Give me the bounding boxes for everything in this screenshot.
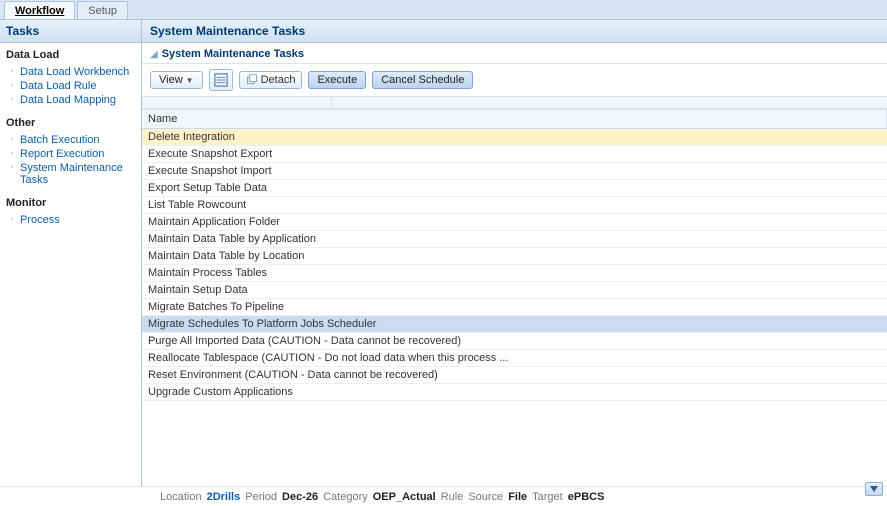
status-period-label: Period (245, 491, 277, 503)
status-category-value[interactable]: OEP_Actual (373, 491, 436, 503)
cancel-schedule-button[interactable]: Cancel Schedule (372, 71, 473, 89)
status-bar: Location 2Drills Period Dec-26 Category … (0, 486, 887, 506)
task-name-cell[interactable]: Maintain Setup Data (142, 282, 887, 299)
table-row[interactable]: List Table Rowcount (142, 197, 887, 214)
task-name-cell[interactable]: Reallocate Tablespace (CAUTION - Do not … (142, 350, 887, 367)
task-name-cell[interactable]: Export Setup Table Data (142, 180, 887, 197)
empty-area (142, 401, 887, 486)
status-period-value[interactable]: Dec-26 (282, 491, 318, 503)
table-row[interactable]: Reset Environment (CAUTION - Data cannot… (142, 367, 887, 384)
sidebar-link[interactable]: System Maintenance Tasks (20, 162, 123, 186)
task-name-cell[interactable]: List Table Rowcount (142, 197, 887, 214)
status-target-label: Target (532, 491, 563, 503)
table-row[interactable]: Maintain Application Folder (142, 214, 887, 231)
status-source-value[interactable]: File (508, 491, 527, 503)
task-name-cell[interactable]: Execute Snapshot Export (142, 146, 887, 163)
status-target-value[interactable]: ePBCS (568, 491, 605, 503)
table-row[interactable]: Upgrade Custom Applications (142, 384, 887, 401)
task-name-cell[interactable]: Maintain Process Tables (142, 265, 887, 282)
tasks-header: Tasks (0, 20, 141, 43)
view-button[interactable]: View▼ (150, 71, 203, 89)
sidebar-link[interactable]: Batch Execution (20, 134, 100, 146)
task-name-cell[interactable]: Upgrade Custom Applications (142, 384, 887, 401)
task-name-cell[interactable]: Reset Environment (CAUTION - Data cannot… (142, 367, 887, 384)
task-name-cell[interactable]: Migrate Batches To Pipeline (142, 299, 887, 316)
task-name-cell[interactable]: Migrate Schedules To Platform Jobs Sched… (142, 316, 887, 333)
table-row[interactable]: Reallocate Tablespace (CAUTION - Do not … (142, 350, 887, 367)
sidebar-item-report-execution[interactable]: Report Execution (6, 147, 141, 161)
table-row[interactable]: Purge All Imported Data (CAUTION - Data … (142, 333, 887, 350)
task-name-cell[interactable]: Purge All Imported Data (CAUTION - Data … (142, 333, 887, 350)
task-name-cell[interactable]: Maintain Data Table by Application (142, 231, 887, 248)
sidebar-link[interactable]: Data Load Workbench (20, 66, 129, 78)
sidebar-item-batch-execution[interactable]: Batch Execution (6, 133, 141, 147)
status-location-label: Location (160, 491, 202, 503)
sidebar-link[interactable]: Data Load Mapping (20, 94, 116, 106)
tab-workflow[interactable]: Workflow (4, 1, 75, 19)
execute-button[interactable]: Execute (308, 71, 366, 89)
section-other: Other (0, 111, 141, 131)
section-monitor: Monitor (0, 191, 141, 211)
table-row[interactable]: Export Setup Table Data (142, 180, 887, 197)
sidebar-link[interactable]: Process (20, 214, 60, 226)
detach-icon (246, 74, 258, 86)
table-row[interactable]: Maintain Process Tables (142, 265, 887, 282)
sidebar-item-process[interactable]: Process (6, 213, 141, 227)
table-row[interactable]: Migrate Batches To Pipeline (142, 299, 887, 316)
task-name-cell[interactable]: Execute Snapshot Import (142, 163, 887, 180)
status-rule-label: Rule (441, 491, 464, 503)
status-source-label: Source (468, 491, 503, 503)
scroll-down-button[interactable] (865, 482, 883, 496)
task-name-cell[interactable]: Maintain Data Table by Location (142, 248, 887, 265)
chevron-down-icon: ▼ (186, 76, 194, 85)
task-name-cell[interactable]: Delete Integration (142, 129, 887, 146)
table-row[interactable]: Delete Integration (142, 129, 887, 146)
sidebar-item-data-load-workbench[interactable]: Data Load Workbench (6, 65, 141, 79)
table-row[interactable]: Maintain Data Table by Location (142, 248, 887, 265)
table-row[interactable]: Execute Snapshot Export (142, 146, 887, 163)
sidebar-link[interactable]: Report Execution (20, 148, 104, 160)
panel-title: System Maintenance Tasks (142, 20, 887, 43)
filter-row (142, 97, 887, 109)
tab-setup[interactable]: Setup (77, 1, 128, 19)
status-location-value[interactable]: 2Drills (207, 491, 241, 503)
sidebar-item-data-load-rule[interactable]: Data Load Rule (6, 79, 141, 93)
collapse-icon[interactable]: ◢ (150, 49, 158, 60)
table-row[interactable]: Migrate Schedules To Platform Jobs Sched… (142, 316, 887, 333)
status-category-label: Category (323, 491, 368, 503)
task-name-cell[interactable]: Maintain Application Folder (142, 214, 887, 231)
table-row[interactable]: Execute Snapshot Import (142, 163, 887, 180)
detach-button[interactable]: Detach (239, 71, 303, 89)
panel-subtitle: System Maintenance Tasks (162, 48, 304, 60)
section-data-load: Data Load (0, 43, 141, 63)
table-row[interactable]: Maintain Setup Data (142, 282, 887, 299)
sidebar-item-data-load-mapping[interactable]: Data Load Mapping (6, 93, 141, 107)
refresh-icon-button[interactable] (209, 69, 233, 91)
sidebar-link[interactable]: Data Load Rule (20, 80, 96, 92)
sidebar-item-system-maintenance-tasks[interactable]: System Maintenance Tasks (6, 161, 141, 187)
col-name-header[interactable]: Name (142, 110, 887, 129)
table-row[interactable]: Maintain Data Table by Application (142, 231, 887, 248)
